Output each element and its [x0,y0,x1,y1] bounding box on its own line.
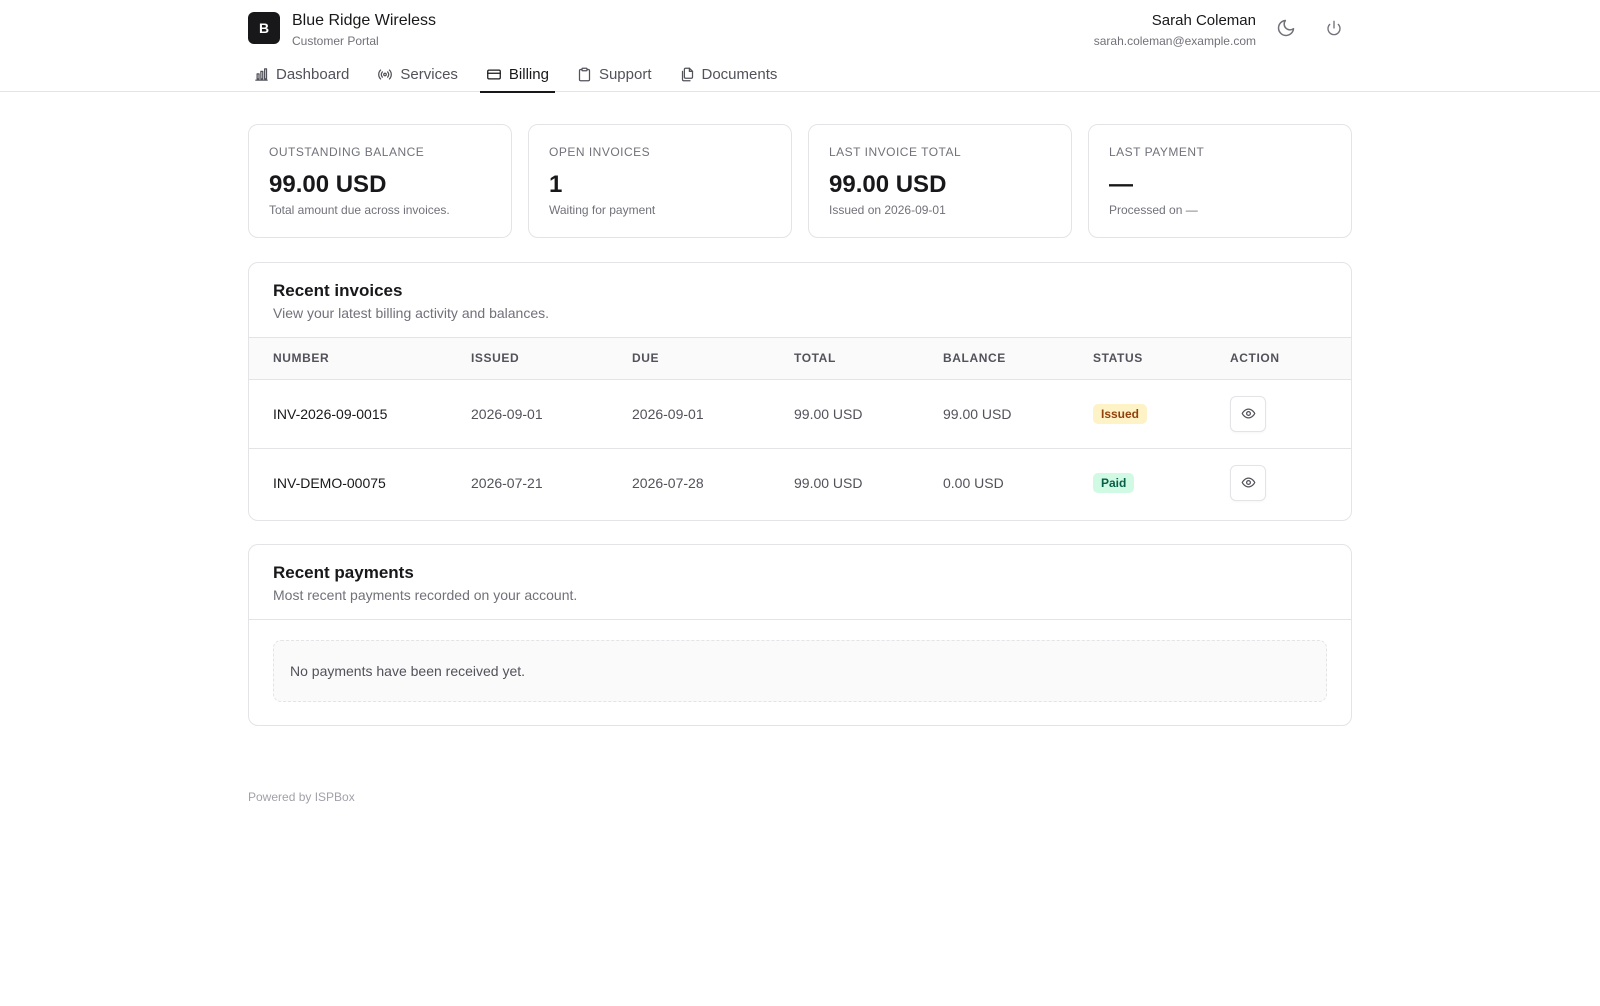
stat-last-payment: Last payment — Processed on — [1088,124,1352,238]
stat-note: Issued on 2026-09-01 [829,203,946,217]
nav-billing[interactable]: Billing [479,56,555,93]
stat-label: Open invoices [549,145,651,159]
card-header: Recent invoices View your latest billing… [249,263,1351,338]
nav-support-label: Support [598,65,652,83]
invoice-action-cell [1230,448,1351,517]
files-icon [681,67,693,81]
bar-chart-icon [255,67,268,81]
column-header-status[interactable]: Status [1093,338,1230,380]
invoice-total: 99.00 USD [794,474,863,491]
eye-icon [1241,477,1255,488]
brand-name: Blue Ridge Wireless [292,12,437,29]
card-description: Most recent payments recorded on your ac… [273,587,578,603]
eye-icon [1241,408,1255,419]
card-description: View your latest billing activity and ba… [273,305,550,321]
column-header-balance[interactable]: Balance [943,338,1093,380]
user-name: Sarah Coleman [1151,12,1256,29]
stat-last-invoice-total: Last invoice total 99.00 USD Issued on 2… [808,124,1072,238]
stat-value: 1 [549,171,563,198]
nav-documents[interactable]: Documents [674,56,784,92]
invoice-balance: 99.00 USD [943,379,1093,449]
invoice-status-cell: Paid [1093,448,1230,517]
credit-card-icon [487,69,501,79]
brand-subtitle: Customer Portal [292,34,379,48]
card-title: Recent invoices [273,281,403,300]
theme-toggle-button[interactable] [1270,12,1302,44]
invoice-issued: 2026-09-01 [471,379,632,449]
invoices-table: Number Issued Due Total Balance Status A… [249,338,1351,517]
user-info: Sarah Coleman sarah.coleman@example.com [1094,12,1256,48]
nav-dashboard-label: Dashboard [276,65,350,83]
invoice-number: INV-2026-09-0015 [249,379,471,449]
summary-stats: Outstanding balance 99.00 USD Total amou… [248,124,1352,238]
column-header-issued[interactable]: Issued [471,338,632,380]
stat-value: 99.00 USD [269,171,387,198]
invoice-due: 2026-09-01 [632,379,794,449]
stat-value: — [1109,171,1133,198]
user-email: sarah.coleman@example.com [1093,34,1256,48]
signal-icon [378,68,393,80]
view-invoice-button[interactable] [1230,464,1266,501]
nav-dashboard[interactable]: Dashboard [248,56,355,92]
nav-services-label: Services [400,65,458,83]
payments-empty-state: No payments have been received yet. [273,640,1327,702]
nav-billing-label: Billing [508,65,549,83]
column-header-due[interactable]: Due [632,338,794,380]
moon-icon [1277,19,1295,37]
stat-note: Processed on — [1109,203,1198,217]
top-bar: B Blue Ridge Wireless Customer Portal Sa… [0,0,1600,93]
card-header: Recent payments Most recent payments rec… [249,545,1351,620]
invoice-due: 2026-07-28 [632,474,704,491]
view-invoice-button[interactable] [1230,395,1266,432]
stat-label: Last payment [1109,145,1205,159]
table-row: INV-DEMO-00075 2026-07-21 2026-07-28 99.… [249,448,1351,517]
card-title: Recent payments [273,563,414,582]
table-header-row: Number Issued Due Total Balance Status A… [249,338,1351,380]
stat-label: Outstanding balance [269,145,425,159]
invoice-action-cell [1230,379,1351,449]
column-header-action: Action [1230,338,1351,380]
brand[interactable]: B Blue Ridge Wireless Customer Portal [248,12,436,48]
nav-documents-label: Documents [701,65,778,83]
column-header-number[interactable]: Number [249,338,471,380]
recent-payments-card: Recent payments Most recent payments rec… [248,544,1352,726]
clipboard-icon [578,67,591,81]
invoice-number: INV-DEMO-00075 [273,474,386,491]
logout-button[interactable] [1318,12,1350,44]
invoice-balance: 0.00 USD [943,474,1004,491]
main-nav: Dashboard Services Billing Support Docum… [248,56,799,93]
nav-support[interactable]: Support [571,56,658,92]
table-row: INV-2026-09-0015 2026-09-01 2026-09-01 9… [249,379,1351,449]
invoice-issued: 2026-07-21 [471,474,543,491]
footer-powered-by[interactable]: Powered by ISPBox [248,790,355,804]
stat-open-invoices: Open invoices 1 Waiting for payment [528,124,792,238]
brand-logo: B [248,12,280,44]
stat-note: Waiting for payment [549,203,656,217]
power-icon [1327,20,1341,36]
column-header-total[interactable]: Total [794,338,943,380]
invoice-total: 99.00 USD [794,379,943,449]
status-badge: Issued [1093,403,1148,424]
stat-label: Last invoice total [829,145,962,159]
stat-value: 99.00 USD [829,171,947,198]
stat-note: Total amount due across invoices. [269,203,450,217]
nav-services[interactable]: Services [371,56,464,92]
invoice-status-cell: Issued [1093,379,1230,449]
recent-invoices-card: Recent invoices View your latest billing… [248,262,1352,521]
status-badge: Paid [1093,472,1135,493]
stat-outstanding-balance: Outstanding balance 99.00 USD Total amou… [248,124,512,238]
